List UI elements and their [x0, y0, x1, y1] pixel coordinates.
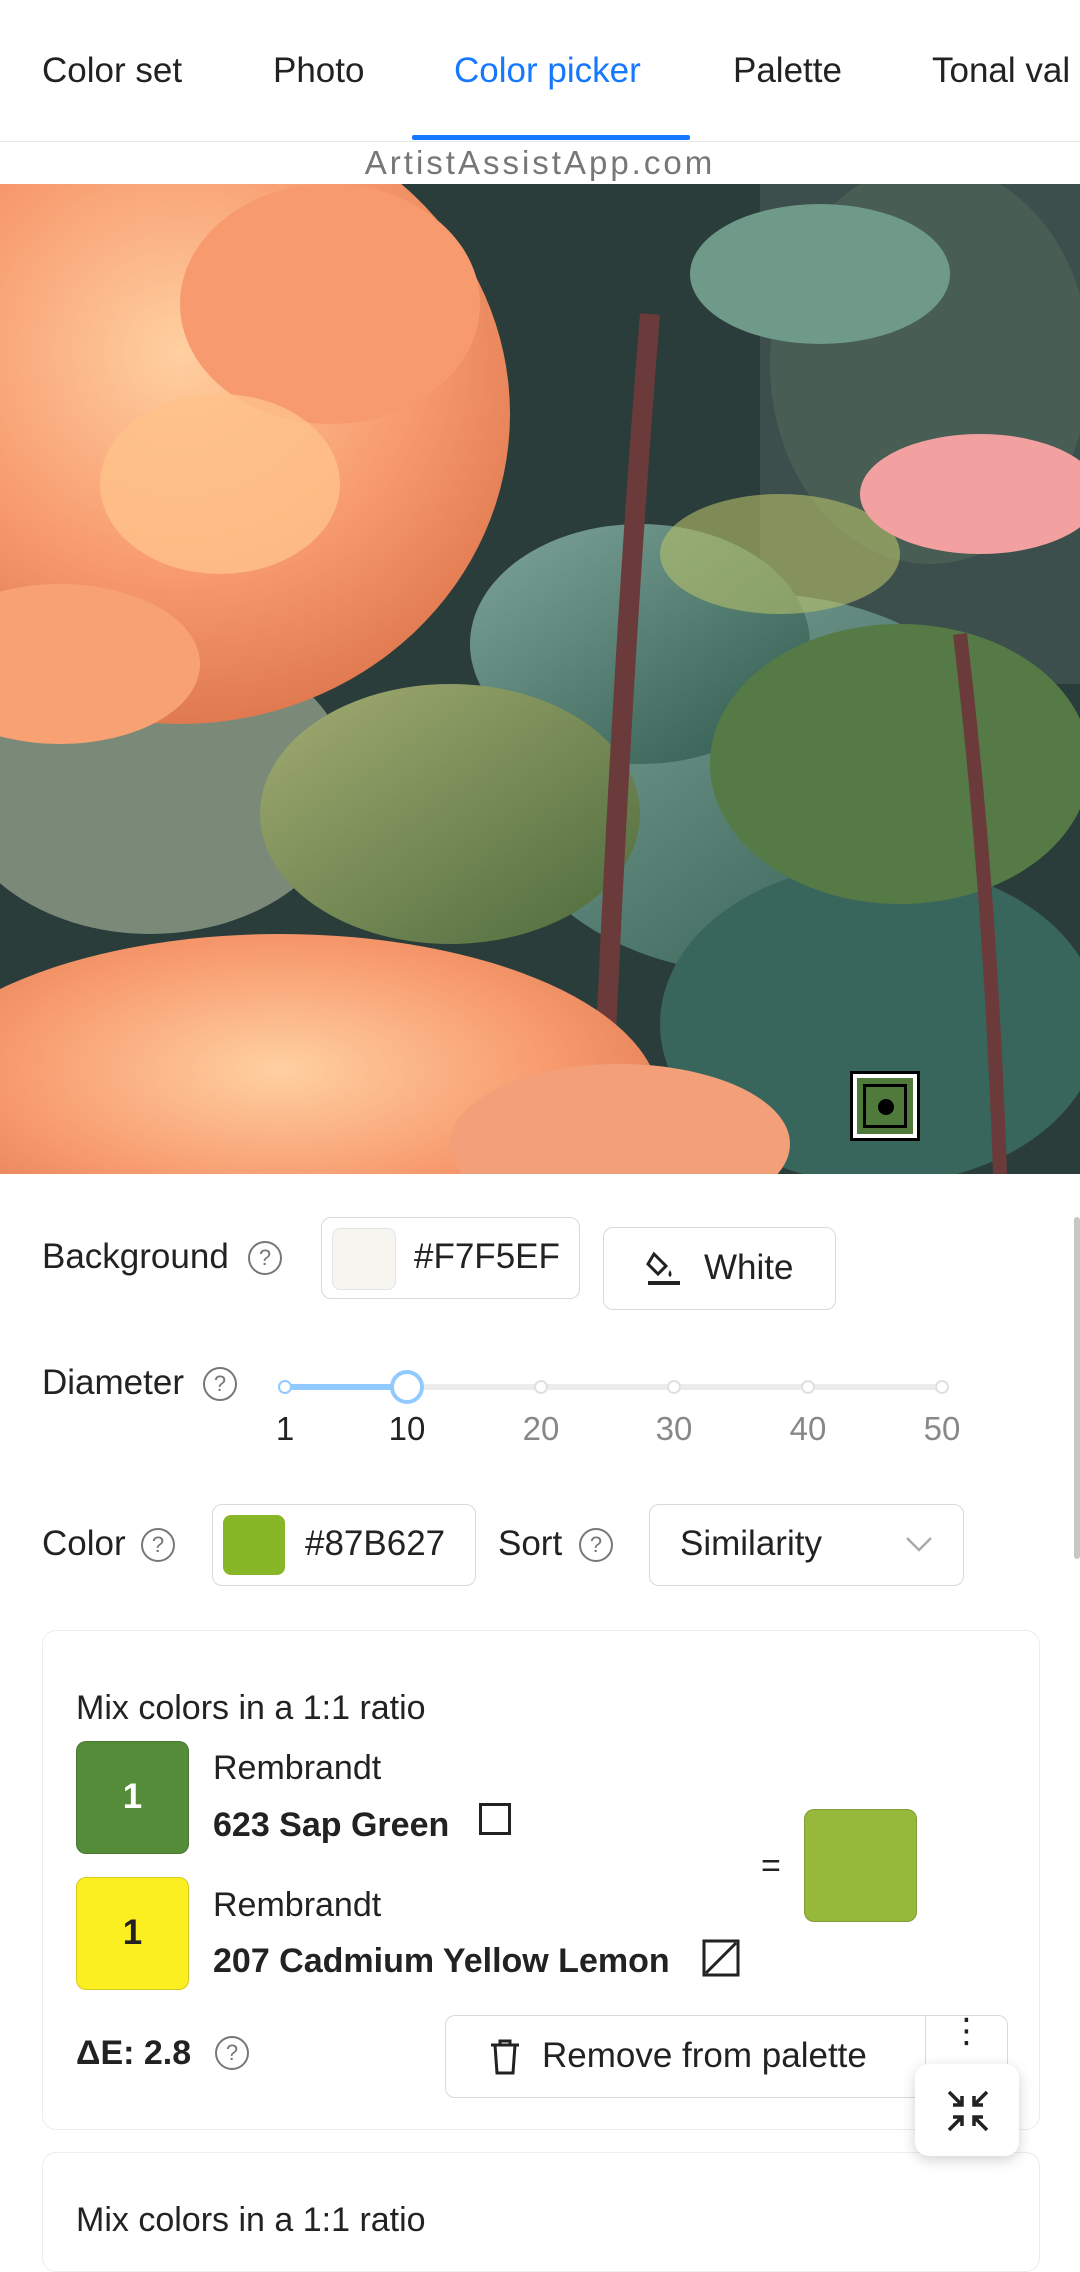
- tab-tonal-values[interactable]: Tonal val: [932, 0, 1070, 141]
- slider-tick-label[interactable]: 10: [389, 1410, 426, 1448]
- opaque-square-icon: [479, 1803, 511, 1835]
- equals-sign: =: [761, 1847, 781, 1885]
- semi-opaque-square-icon: [702, 1939, 740, 1977]
- slider-mark-1[interactable]: [278, 1380, 292, 1394]
- photo-canvas[interactable]: [0, 184, 1080, 1174]
- fullscreen-exit-button[interactable]: [915, 2064, 1019, 2156]
- slider-mark-50[interactable]: [935, 1380, 949, 1394]
- color-label: Color: [42, 1524, 126, 1563]
- mix-result-swatch[interactable]: [804, 1809, 917, 1922]
- background-label: Background: [42, 1237, 229, 1276]
- color-hex: #87B627: [305, 1524, 446, 1563]
- color-field[interactable]: #87B627: [212, 1504, 476, 1586]
- color-brand: Rembrandt: [213, 1886, 382, 1924]
- chevron-down-icon: [906, 1537, 932, 1552]
- remove-from-palette-button[interactable]: Remove from palette: [445, 2015, 928, 2098]
- slider-tick-label[interactable]: 50: [924, 1410, 961, 1448]
- sort-selected: Similarity: [680, 1524, 822, 1563]
- background-color-field[interactable]: #F7F5EF: [321, 1217, 580, 1299]
- mix-card-title: Mix colors in a 1:1 ratio: [76, 2201, 426, 2239]
- color-swatch: [223, 1515, 285, 1575]
- slider-tick-label[interactable]: 40: [790, 1410, 827, 1448]
- scrollbar[interactable]: [1074, 1217, 1080, 1559]
- compress-icon: [947, 2090, 989, 2132]
- color-name[interactable]: 623 Sap Green: [213, 1806, 449, 1845]
- tab-photo[interactable]: Photo: [273, 0, 364, 141]
- color-name[interactable]: 207 Cadmium Yellow Lemon: [213, 1942, 670, 1981]
- paint-bucket-icon: [646, 1251, 680, 1285]
- flower-photo: [0, 184, 1080, 1174]
- mix-card: Mix colors in a 1:1 ratio: [42, 2152, 1040, 2272]
- remove-button-label: Remove from palette: [542, 2036, 867, 2075]
- active-tab-indicator: [412, 135, 690, 140]
- color-picker-marker[interactable]: [850, 1071, 920, 1141]
- slider-track: [285, 1384, 407, 1390]
- slider-mark-30[interactable]: [667, 1380, 681, 1394]
- tab-bar: Color set Photo Color picker Palette Ton…: [0, 0, 1080, 142]
- background-help-icon[interactable]: ?: [248, 1241, 282, 1275]
- tab-palette[interactable]: Palette: [733, 0, 842, 141]
- slider-mark-20[interactable]: [534, 1380, 548, 1394]
- watermark: ArtistAssistApp.com: [364, 144, 716, 181]
- white-button-label: White: [704, 1248, 794, 1287]
- diameter-help-icon[interactable]: ?: [203, 1367, 237, 1401]
- sort-help-icon[interactable]: ?: [579, 1528, 613, 1562]
- color-brand: Rembrandt: [213, 1749, 382, 1787]
- tab-color-set[interactable]: Color set: [42, 0, 182, 141]
- mix-card: Mix colors in a 1:1 ratio 1 Rembrandt 62…: [42, 1630, 1040, 2130]
- slider-mark-40[interactable]: [801, 1380, 815, 1394]
- trash-icon: [491, 2039, 519, 2075]
- sort-label: Sort: [498, 1524, 563, 1563]
- slider-tick-label[interactable]: 20: [523, 1410, 560, 1448]
- mix-card-title: Mix colors in a 1:1 ratio: [76, 1689, 426, 1727]
- slider-tick-label[interactable]: 30: [656, 1410, 693, 1448]
- white-button[interactable]: White: [603, 1227, 836, 1310]
- slider-tick-label[interactable]: 1: [276, 1410, 294, 1448]
- delta-e: ΔE: 2.8: [76, 2034, 192, 2072]
- background-swatch: [332, 1228, 396, 1290]
- tab-color-picker[interactable]: Color picker: [454, 0, 641, 141]
- slider-handle[interactable]: [390, 1370, 424, 1404]
- diameter-label: Diameter: [42, 1363, 184, 1402]
- color-parts-tile[interactable]: 1: [76, 1741, 189, 1854]
- color-help-icon[interactable]: ?: [141, 1528, 175, 1562]
- delta-e-help-icon[interactable]: ?: [215, 2036, 249, 2070]
- color-parts-tile[interactable]: 1: [76, 1877, 189, 1990]
- sort-select[interactable]: Similarity: [649, 1504, 964, 1586]
- background-hex: #F7F5EF: [414, 1237, 560, 1276]
